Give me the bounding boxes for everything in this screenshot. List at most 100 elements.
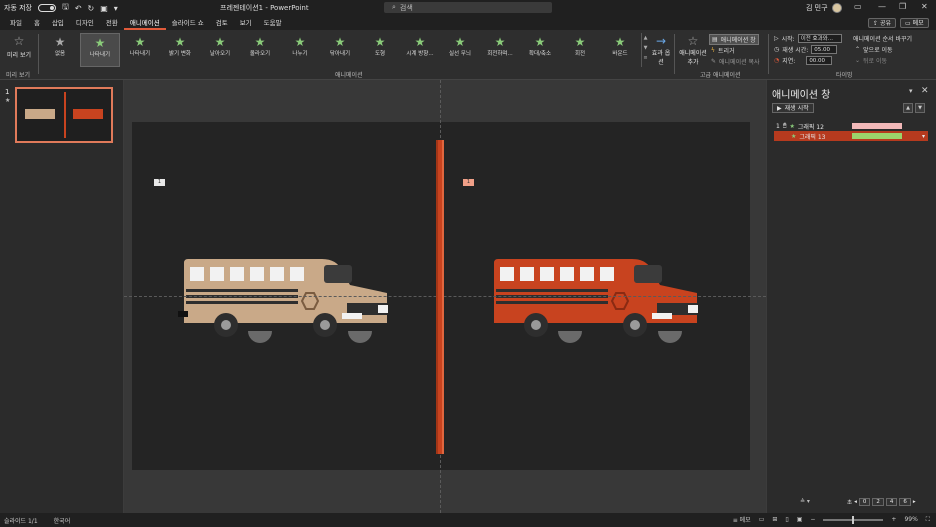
item-dropdown-icon[interactable]: ▾ xyxy=(922,133,925,140)
animation-tag-2[interactable]: 1 xyxy=(463,179,474,186)
pane-zoom-control[interactable]: ≙ ▾ xyxy=(800,498,810,505)
move-later-button[interactable]: ⌄ 뒤로 이동 xyxy=(855,56,887,65)
delay-input[interactable]: 00.00 xyxy=(806,56,833,65)
play-button[interactable]: ▶ 재생 시작 xyxy=(772,103,814,113)
tab-insert[interactable]: 삽입 xyxy=(46,16,70,30)
pane-options-icon[interactable]: ▾ xyxy=(909,87,913,95)
animation-pane-button[interactable]: ▤ 애니메이션 창 xyxy=(709,34,759,45)
notes-button[interactable]: ≡ 메모 xyxy=(733,515,751,524)
animation-option[interactable]: ★ 실선 무늬 xyxy=(440,33,480,67)
entrance-star-icon: ★ xyxy=(414,35,426,49)
tab-view[interactable]: 보기 xyxy=(234,16,258,30)
entrance-star-icon: ★ xyxy=(534,35,546,49)
effect-options-label: 효과 옵션 xyxy=(651,50,671,66)
animation-option[interactable]: ★ 도형 xyxy=(360,33,400,67)
animation-option[interactable]: ★ 닦아내기 xyxy=(320,33,360,67)
maximize-icon[interactable]: ❐ xyxy=(899,2,906,11)
animation-option[interactable]: ★ 회전 xyxy=(560,33,600,67)
preview-button[interactable]: ☆ 미리 보기 xyxy=(2,34,36,68)
add-animation-button[interactable]: ☆ 애니메이션 추가 xyxy=(677,34,709,66)
scale-right-icon[interactable]: ▸ xyxy=(913,499,916,505)
search-box[interactable]: ⌕ 검색 xyxy=(384,2,552,13)
pane-close-icon[interactable]: ✕ xyxy=(921,86,929,96)
tab-file[interactable]: 파일 xyxy=(4,16,28,30)
reading-view-icon[interactable]: ▯ xyxy=(785,516,788,523)
animation-painter-button[interactable]: ✎ 애니메이션 복사 xyxy=(711,57,760,66)
tab-home[interactable]: 홈 xyxy=(28,16,46,30)
save-icon[interactable]: 🖫 xyxy=(62,1,69,15)
move-down-button[interactable]: ▼ xyxy=(915,103,925,113)
bus-graphic-13[interactable] xyxy=(494,259,698,343)
animation-option[interactable]: ★ 시계 방향... xyxy=(400,33,440,67)
move-later-label: 뒤로 이동 xyxy=(863,58,888,65)
tab-review[interactable]: 검토 xyxy=(210,16,234,30)
animation-option-label: 없음 xyxy=(54,51,66,57)
animation-tag-1[interactable]: 1 xyxy=(154,179,165,186)
scale-tick: 6 xyxy=(899,498,911,506)
user-account[interactable]: 김 민구 xyxy=(806,3,842,13)
customize-qat-icon[interactable]: ▾ xyxy=(114,4,118,13)
tab-transitions[interactable]: 전환 xyxy=(100,16,124,30)
tab-design[interactable]: 디자인 xyxy=(70,16,100,30)
tab-animations[interactable]: 애니메이션 xyxy=(123,16,166,30)
share-button[interactable]: ⇪ 공유 xyxy=(868,18,896,28)
zoom-level[interactable]: 99% xyxy=(904,516,917,523)
animation-option[interactable]: ★ 나타내기 xyxy=(80,33,120,67)
animation-option[interactable]: ★ 올라오기 xyxy=(240,33,280,67)
language[interactable]: 한국어 xyxy=(54,516,71,525)
animation-option[interactable]: ★ 나누기 xyxy=(280,33,320,67)
comments-button[interactable]: ▭ 메모 xyxy=(900,18,929,28)
effect-options-button[interactable]: → 효과 옵션 xyxy=(650,34,672,66)
tab-slideshow[interactable]: 슬라이드 쇼 xyxy=(166,16,210,30)
minimize-icon[interactable]: — xyxy=(878,2,886,11)
sorter-view-icon[interactable]: ⊞ xyxy=(772,516,777,523)
entrance-star-icon: ★ xyxy=(454,35,466,49)
zoom-slider[interactable] xyxy=(823,515,884,524)
move-earlier-icon: ⌃ xyxy=(855,46,861,53)
bus-graphic-12[interactable] xyxy=(178,259,388,343)
normal-view-icon[interactable]: ▭ xyxy=(759,516,765,523)
animation-option-label: 확대/축소 xyxy=(528,51,552,57)
scale-left-icon[interactable]: ◂ xyxy=(854,499,857,505)
zoom-out-icon[interactable]: − xyxy=(810,516,815,523)
slideshow-view-icon[interactable]: ▣ xyxy=(797,516,803,523)
undo-icon[interactable]: ↶ xyxy=(75,4,82,13)
center-divider-bar[interactable] xyxy=(436,140,444,454)
animation-option[interactable]: ★ 나타내기 xyxy=(120,33,160,67)
delay-row: ◔ 지연: 00.00 xyxy=(774,56,833,65)
close-icon[interactable]: ✕ xyxy=(921,2,928,11)
thumbnail-divider xyxy=(64,92,66,138)
animation-option[interactable]: ★ 바운드 xyxy=(600,33,640,67)
gallery-scroll[interactable]: ▲ ▼ ≡ xyxy=(641,33,649,67)
start-label: 시작: xyxy=(781,36,795,43)
redo-icon[interactable]: ↻ xyxy=(88,4,95,13)
animation-option[interactable]: ★ 확대/축소 xyxy=(520,33,560,67)
move-up-button[interactable]: ▲ xyxy=(903,103,913,113)
slide-thumbnail[interactable] xyxy=(15,87,113,143)
animation-item[interactable]: ★ 그래픽 13 ▾ xyxy=(774,131,928,141)
trigger-button[interactable]: ϟ 트리거 xyxy=(711,46,735,55)
animation-item[interactable]: 1 🖱 ★ 그래픽 12 xyxy=(774,121,928,131)
animation-option[interactable]: ★ 날아오기 xyxy=(200,33,240,67)
tab-help[interactable]: 도움말 xyxy=(258,16,288,30)
animation-group-label: 애니메이션 xyxy=(335,72,363,79)
ribbon-display-icon[interactable]: ▭ xyxy=(854,2,862,11)
timeline-bar[interactable] xyxy=(852,123,902,129)
item-name: 그래픽 13 xyxy=(799,133,826,141)
animation-option-label: 회전하며... xyxy=(487,51,513,57)
duration-input[interactable]: 05.00 xyxy=(811,45,838,54)
animation-option[interactable]: ★ 밝기 변화 xyxy=(160,33,200,67)
autosave-toggle[interactable] xyxy=(38,4,56,12)
start-select[interactable]: 이전 효과와... xyxy=(797,34,842,43)
timeline-bar[interactable] xyxy=(852,133,902,139)
trigger-icon: ϟ xyxy=(711,47,715,54)
fit-slide-icon[interactable]: ⛶ xyxy=(926,516,930,524)
present-icon[interactable]: ▣ xyxy=(100,4,108,13)
move-earlier-button[interactable]: ⌃ 앞으로 이동 xyxy=(855,45,893,54)
zoom-in-icon[interactable]: + xyxy=(891,516,896,523)
animation-option[interactable]: ★ 회전하며... xyxy=(480,33,520,67)
animation-option[interactable]: ★ 없음 xyxy=(40,33,80,67)
avatar[interactable] xyxy=(831,3,842,13)
trigger-label: 트리거 xyxy=(717,48,735,55)
play-icon: ▶ xyxy=(777,105,782,112)
